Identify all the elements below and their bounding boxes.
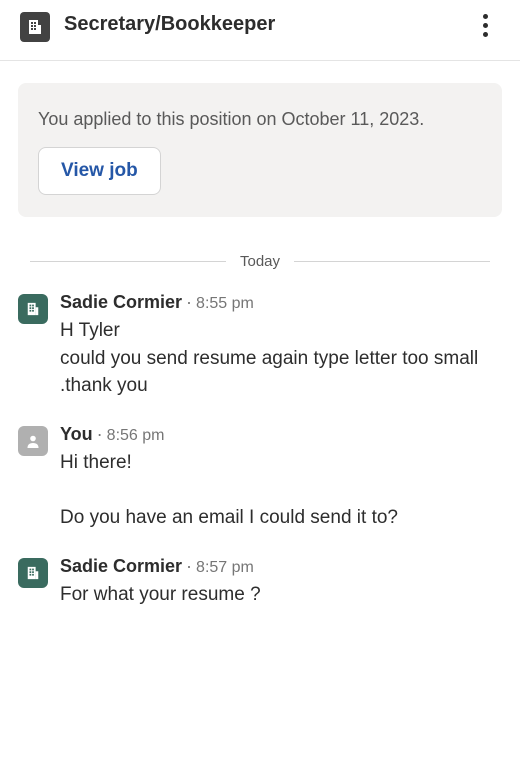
person-icon bbox=[25, 433, 41, 449]
view-job-button[interactable]: View job bbox=[38, 147, 161, 195]
more-options-button[interactable] bbox=[470, 10, 500, 40]
message-body: Sadie Cormier·8:55 pm H Tyler could you … bbox=[60, 292, 502, 400]
message-header: Sadie Cormier·8:57 pm bbox=[60, 556, 502, 577]
building-icon bbox=[27, 19, 43, 35]
application-notice: You applied to this position on October … bbox=[18, 83, 502, 217]
message-header: You·8:56 pm bbox=[60, 424, 502, 445]
message-list: Sadie Cormier·8:55 pm H Tyler could you … bbox=[0, 292, 520, 608]
message-time: 8:56 pm bbox=[107, 427, 165, 444]
company-icon bbox=[20, 12, 50, 42]
separator-line bbox=[30, 261, 226, 262]
message-header: Sadie Cormier·8:55 pm bbox=[60, 292, 502, 313]
message-time: 8:55 pm bbox=[196, 295, 254, 312]
building-icon bbox=[26, 566, 40, 580]
header-bar: Secretary/Bookkeeper bbox=[0, 0, 520, 61]
separator-line bbox=[294, 261, 490, 262]
sender-name: You bbox=[60, 424, 93, 444]
dots-icon bbox=[483, 14, 488, 19]
sender-name: Sadie Cormier bbox=[60, 556, 182, 576]
message-item: Sadie Cormier·8:57 pm For what your resu… bbox=[18, 556, 502, 609]
date-label: Today bbox=[226, 253, 294, 270]
avatar bbox=[18, 558, 48, 588]
avatar bbox=[18, 426, 48, 456]
avatar bbox=[18, 294, 48, 324]
page-title: Secretary/Bookkeeper bbox=[64, 13, 470, 36]
message-item: You·8:56 pm Hi there! Do you have an ema… bbox=[18, 424, 502, 532]
message-text: H Tyler could you send resume again type… bbox=[60, 317, 502, 400]
date-separator: Today bbox=[30, 253, 490, 270]
building-icon bbox=[26, 302, 40, 316]
notice-text: You applied to this position on October … bbox=[38, 107, 482, 131]
sender-name: Sadie Cormier bbox=[60, 292, 182, 312]
message-item: Sadie Cormier·8:55 pm H Tyler could you … bbox=[18, 292, 502, 400]
message-body: Sadie Cormier·8:57 pm For what your resu… bbox=[60, 556, 502, 609]
message-body: You·8:56 pm Hi there! Do you have an ema… bbox=[60, 424, 502, 532]
message-time: 8:57 pm bbox=[196, 559, 254, 576]
message-text: Hi there! Do you have an email I could s… bbox=[60, 449, 502, 532]
message-text: For what your resume ? bbox=[60, 581, 502, 609]
